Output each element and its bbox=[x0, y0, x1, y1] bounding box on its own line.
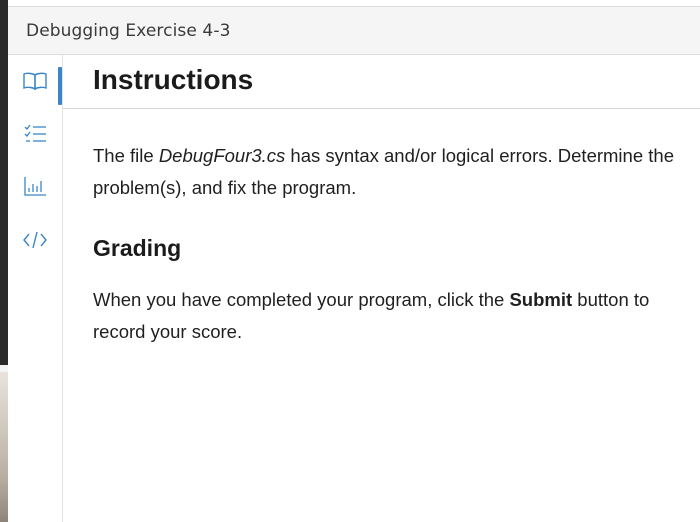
filename: DebugFour3.cs bbox=[158, 145, 286, 166]
book-icon bbox=[22, 71, 48, 91]
intro-paragraph: The file DebugFour3.cs has syntax and/or… bbox=[93, 140, 693, 204]
background-gap bbox=[0, 365, 8, 372]
title-bar: Debugging Exercise 4-3 bbox=[8, 7, 700, 55]
sidebar-item-code[interactable] bbox=[8, 220, 62, 260]
sidebar bbox=[8, 55, 63, 522]
intro-text-start: The file bbox=[93, 145, 159, 166]
panel-header: Instructions bbox=[63, 55, 700, 109]
background-window-edge bbox=[0, 0, 8, 522]
sidebar-item-results[interactable] bbox=[8, 166, 62, 206]
background-photo bbox=[0, 372, 8, 522]
checklist-icon bbox=[23, 123, 47, 145]
grading-paragraph: When you have completed your program, cl… bbox=[93, 284, 693, 348]
code-icon bbox=[22, 229, 48, 251]
page-title: Instructions bbox=[93, 64, 254, 95]
window-title: Debugging Exercise 4-3 bbox=[26, 21, 231, 41]
sidebar-item-checklist[interactable] bbox=[8, 114, 62, 154]
top-edge bbox=[8, 0, 700, 7]
bar-chart-icon bbox=[23, 175, 47, 197]
main-panel: Instructions The file DebugFour3.cs has … bbox=[63, 55, 700, 522]
grading-text-start: When you have completed your program, cl… bbox=[93, 289, 510, 310]
instructions-content: The file DebugFour3.cs has syntax and/or… bbox=[93, 140, 693, 348]
submit-reference: Submit bbox=[509, 289, 573, 310]
sidebar-item-instructions[interactable] bbox=[8, 61, 62, 105]
grading-heading: Grading bbox=[93, 235, 182, 261]
